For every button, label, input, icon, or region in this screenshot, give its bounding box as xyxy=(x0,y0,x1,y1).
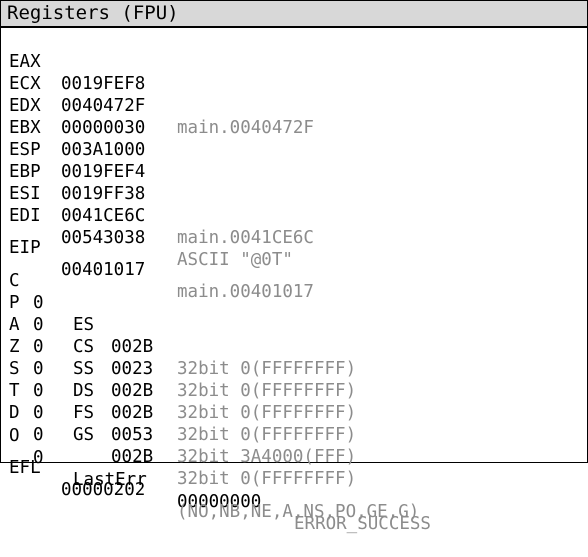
segment-name: FS xyxy=(73,403,95,423)
segment-comment: 32bit 0(FFFFFFFF) xyxy=(177,403,357,423)
flag-row[interactable]: D 0 xyxy=(9,380,51,445)
segment-name: DS xyxy=(73,381,95,401)
register-value[interactable]: 003A1000 xyxy=(61,139,145,161)
segment-comment: 32bit 0(FFFFFFFF) xyxy=(177,359,357,379)
flag-row[interactable]: A 0 SS 002B 32bit 0(FFFFFFFF) xyxy=(9,292,356,423)
segment-value[interactable]: 002B xyxy=(111,336,153,358)
register-value[interactable]: 0019FF38 xyxy=(61,183,145,205)
segment-value[interactable]: 002B xyxy=(111,402,153,424)
segment-comment: 32bit 3A4000(FFF) xyxy=(177,447,357,467)
flag-row[interactable]: Z 0 DS 002B 32bit 0(FFFFFFFF) xyxy=(9,314,356,445)
efl-row[interactable]: EFL 00000202 (NO,NB,NE,A,NS,PO,GE,G) xyxy=(9,435,419,522)
segment-name: SS xyxy=(73,359,95,379)
segment-comment: 32bit 0(FFFFFFFF) xyxy=(177,425,357,445)
register-value[interactable]: 00401017 xyxy=(61,259,145,281)
segment-value[interactable]: 0053 xyxy=(111,424,153,446)
efl-name: EFL xyxy=(9,458,41,478)
register-row[interactable]: EDI 00543038 ASCII "@0T" xyxy=(9,183,293,270)
segment-value[interactable]: 0023 xyxy=(111,358,153,380)
register-row[interactable]: ECX 0040472F main.0040472F xyxy=(9,51,314,138)
registers-panel: Registers (FPU) EAX 0019FEF8 ECX 0040472… xyxy=(0,0,588,534)
register-row[interactable]: EDX 00000030 xyxy=(9,73,145,138)
register-comment: main.0041CE6C xyxy=(177,228,314,248)
flag-row[interactable]: S 0 FS 0053 32bit 3A4000(FFF) xyxy=(9,336,356,467)
register-value[interactable]: 0019FEF4 xyxy=(61,161,145,183)
register-row[interactable]: EBP 0019FF38 xyxy=(9,139,145,204)
register-value[interactable]: 0019FEF8 xyxy=(61,73,145,95)
register-comment: ASCII "@0T" xyxy=(177,250,293,270)
segment-name: GS xyxy=(73,425,95,445)
segment-value[interactable]: 002B xyxy=(111,380,153,402)
register-row[interactable]: EBX 003A1000 xyxy=(9,95,145,160)
register-row[interactable]: ESP 0019FEF4 xyxy=(9,117,145,182)
register-value[interactable]: 0041CE6C xyxy=(61,205,145,227)
segment-name: CS xyxy=(73,337,95,357)
flag-row[interactable]: P 0 CS 0023 32bit 0(FFFFFFFF) xyxy=(9,270,356,401)
register-row[interactable]: EAX 0019FEF8 xyxy=(9,29,145,94)
register-value[interactable]: 0040472F xyxy=(61,95,145,117)
register-value[interactable]: 00000030 xyxy=(61,117,145,139)
segment-name: ES xyxy=(73,315,95,335)
register-comment: main.0040472F xyxy=(177,118,314,138)
eip-row[interactable]: EIP 00401017 main.00401017 xyxy=(9,215,314,302)
flag-row[interactable]: C 0 ES 002B 32bit 0(FFFFFFFF) xyxy=(9,248,356,379)
flag-row[interactable]: T 0 GS 002B 32bit 0(FFFFFFFF) xyxy=(9,358,356,489)
segment-comment: 32bit 0(FFFFFFFF) xyxy=(177,381,357,401)
segment-comment: 32bit 0(FFFFFFFF) xyxy=(177,469,357,489)
register-comment: main.00401017 xyxy=(177,282,314,302)
segment-value[interactable]: 002B xyxy=(111,446,153,468)
panel-title: Registers (FPU) xyxy=(1,1,587,28)
register-value[interactable]: 00543038 xyxy=(61,227,145,249)
flag-row[interactable]: O 0 LastErr 00000000 ERROR_SUCCESS xyxy=(9,403,431,534)
register-row[interactable]: ESI 0041CE6C main.0041CE6C xyxy=(9,161,314,248)
efl-comment: (NO,NB,NE,A,NS,PO,GE,G) xyxy=(177,502,420,522)
efl-value[interactable]: 00000202 xyxy=(61,479,145,501)
